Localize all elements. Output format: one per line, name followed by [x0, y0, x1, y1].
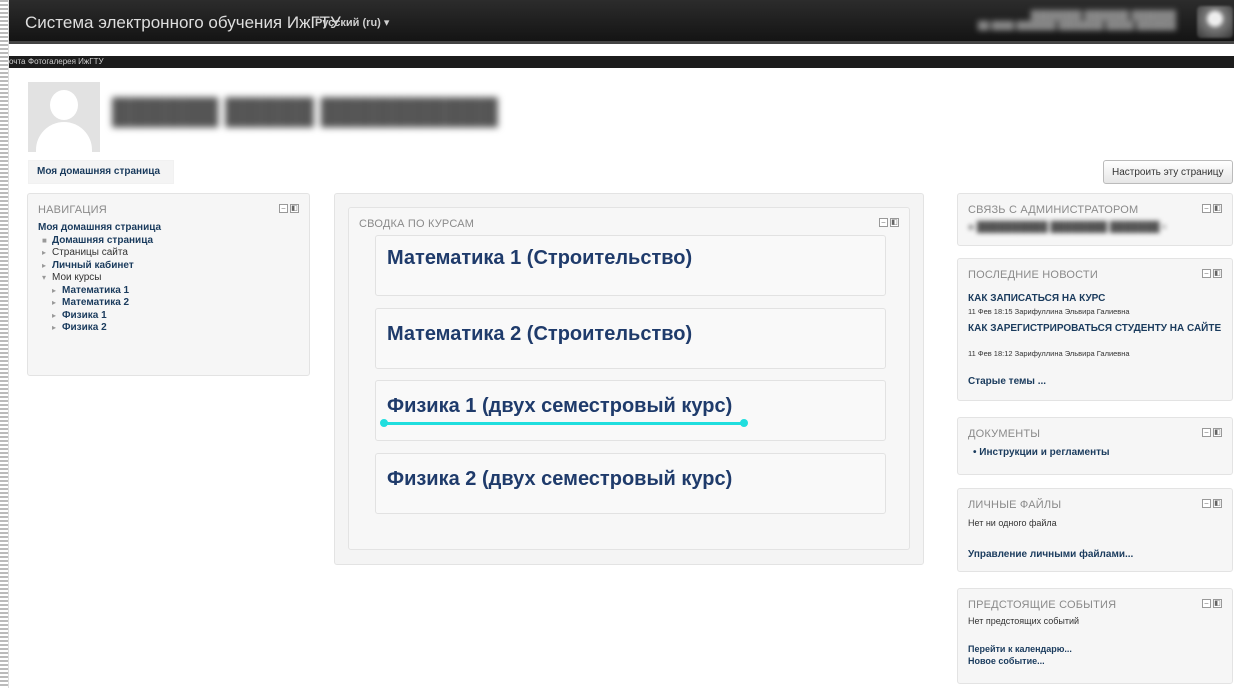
expand-icon: ▸ [52, 285, 57, 295]
tab-my-home[interactable]: Моя домашняя страница [28, 160, 174, 184]
navigation-title: НАВИГАЦИЯ [38, 204, 107, 216]
private-files-block: ЛИЧНЫЕ ФАЙЛЫ – ◧ Нет ни одного файла Упра… [957, 488, 1233, 572]
nav-item-my-courses[interactable]: ▾ Мои курсы [38, 272, 161, 285]
older-topics-link[interactable]: Старые темы ... [968, 376, 1046, 387]
new-event-link[interactable]: Новое событие... [968, 656, 1045, 666]
news-item-link[interactable]: КАК ЗАРЕГИСТРИРОВАТЬСЯ СТУДЕНТУ НА САЙТЕ [968, 323, 1223, 335]
course-card: Математика 1 (Строительство) [375, 235, 886, 296]
top-navbar: Система электронного обучения ИжГТУ Русс… [9, 0, 1234, 44]
user-info-blurred[interactable]: ████████ ███████ ███████ ██ ████ ███████… [969, 10, 1184, 36]
collapse-icon[interactable]: – [1202, 599, 1211, 608]
course-link[interactable]: Математика 2 (Строительство) [387, 323, 692, 346]
dock-icon[interactable]: ◧ [1213, 428, 1222, 437]
annotation-handle [380, 419, 388, 427]
course-overview-title: СВОДКА ПО КУРСАМ [359, 218, 475, 230]
news-item-meta: 11 Фев 18:12 Зарифуллина Эльвира Галиевн… [968, 349, 1130, 358]
nav-item-course-math2[interactable]: ▸ Математика 2 [38, 297, 161, 310]
admin-contact-block: СВЯЗЬ С АДМИНИСТРАТОРОМ – ◧ ● ██████████ … [957, 193, 1233, 246]
profile-picture [28, 82, 100, 152]
collapse-icon[interactable]: – [1202, 269, 1211, 278]
course-card: Математика 2 (Строительство) [375, 308, 886, 369]
latest-news-title: ПОСЛЕДНИЕ НОВОСТИ [968, 269, 1098, 281]
site-title[interactable]: Система электронного обучения ИжГТУ [25, 13, 341, 33]
dock-icon[interactable]: ◧ [1213, 499, 1222, 508]
expand-icon: ▸ [52, 310, 57, 320]
collapse-icon[interactable]: – [1202, 428, 1211, 437]
menu-item-mail[interactable]: очта [9, 57, 25, 66]
navigation-tree: Моя домашняя страница ■ Домашняя страница… [38, 222, 161, 335]
admin-contact-title: СВЯЗЬ С АДМИНИСТРАТОРОМ [968, 204, 1139, 216]
documents-block: ДОКУМЕНТЫ – ◧ • Инструкции и регламенты [957, 417, 1233, 475]
go-to-calendar-link[interactable]: Перейти к календарю... [968, 644, 1072, 654]
collapse-icon[interactable]: – [279, 204, 288, 213]
upcoming-events-block: ПРЕДСТОЯЩИЕ СОБЫТИЯ – ◧ Нет предстоящих с… [957, 588, 1233, 684]
dock-icon[interactable]: ◧ [1213, 269, 1222, 278]
menu-item-gallery[interactable]: Фотогалерея ИжГТУ [28, 57, 104, 66]
collapse-icon[interactable]: – [879, 218, 888, 227]
private-files-empty: Нет ни одного файла [968, 518, 1057, 528]
dock-icon[interactable]: ◧ [290, 204, 299, 213]
customize-page-button[interactable]: Настроить эту страницу [1103, 160, 1233, 184]
expand-icon: ▸ [42, 248, 47, 257]
latest-news-block: ПОСЛЕДНИЕ НОВОСТИ – ◧ КАК ЗАПИСАТЬСЯ НА К… [957, 258, 1233, 401]
expand-icon: ▸ [52, 298, 57, 307]
expand-icon: ▸ [42, 260, 47, 270]
nav-item-course-phys2[interactable]: ▸ Физика 2 [38, 322, 161, 335]
course-link[interactable]: Физика 2 (двух семестровый курс) [387, 468, 732, 491]
nav-item-home[interactable]: ■ Домашняя страница [38, 235, 161, 248]
page-edge [0, 0, 9, 688]
user-avatar[interactable] [1197, 6, 1233, 38]
news-item-link[interactable]: КАК ЗАПИСАТЬСЯ НА КУРС [968, 293, 1105, 304]
collapse-arrow-icon: ▾ [42, 273, 47, 282]
expand-icon: ▸ [52, 323, 57, 332]
user-name-blurred: ████████ ███████ ███████ [1030, 10, 1176, 20]
collapse-icon[interactable]: – [1202, 204, 1211, 213]
dock-icon[interactable]: ◧ [1213, 599, 1222, 608]
annotation-handle [740, 419, 748, 427]
dock-icon[interactable]: ◧ [890, 218, 899, 227]
course-card: Физика 2 (двух семестровый курс) [375, 453, 886, 514]
documents-item[interactable]: • Инструкции и регламенты [973, 447, 1110, 458]
custom-menu-bar: очта Фотогалерея ИжГТУ [9, 56, 1234, 68]
profile-name-blurred: ██████ █████ ██████████ [112, 98, 498, 126]
course-card: Физика 1 (двух семестровый курс) [375, 380, 886, 441]
block-controls: – ◧ [879, 218, 899, 227]
nav-item-my-home[interactable]: Моя домашняя страница [38, 222, 161, 235]
private-files-title: ЛИЧНЫЕ ФАЙЛЫ [968, 499, 1062, 511]
bullet-icon: ■ [42, 235, 47, 245]
no-events-text: Нет предстоящих событий [968, 616, 1080, 626]
course-link[interactable]: Физика 1 (двух семестровый курс) [387, 395, 732, 418]
nav-item-personal-cabinet[interactable]: ▸ Личный кабинет [38, 260, 161, 273]
upcoming-events-title: ПРЕДСТОЯЩИЕ СОБЫТИЯ [968, 599, 1117, 611]
nav-item-course-phys1[interactable]: ▸ Физика 1 [38, 310, 161, 323]
nav-item-site-pages[interactable]: ▸ Страницы сайта [38, 247, 161, 260]
block-controls: – ◧ [279, 204, 299, 213]
user-status-blurred: ██ ████ ███████ ████████ █████ ███████ [977, 21, 1176, 30]
course-link[interactable]: Математика 1 (Строительство) [387, 247, 692, 270]
nav-item-course-math1[interactable]: ▸ Математика 1 [38, 285, 161, 298]
language-menu[interactable]: Русский (ru) ▾ [315, 16, 389, 29]
collapse-icon[interactable]: – [1202, 499, 1211, 508]
documents-title: ДОКУМЕНТЫ [968, 428, 1041, 440]
dock-icon[interactable]: ◧ [1213, 204, 1222, 213]
admin-contact-blurred[interactable]: ● ██████████ ████████ ███████ ▪ [968, 222, 1166, 233]
manage-files-link[interactable]: Управление личными файлами... [968, 549, 1133, 560]
highlight-annotation [384, 422, 745, 425]
navigation-block: НАВИГАЦИЯ – ◧ Моя домашняя страница ■ Дома… [27, 193, 310, 376]
news-item-meta: 11 Фев 18:15 Зарифуллина Эльвира Галиевн… [968, 307, 1130, 316]
header-gap [9, 44, 1234, 56]
